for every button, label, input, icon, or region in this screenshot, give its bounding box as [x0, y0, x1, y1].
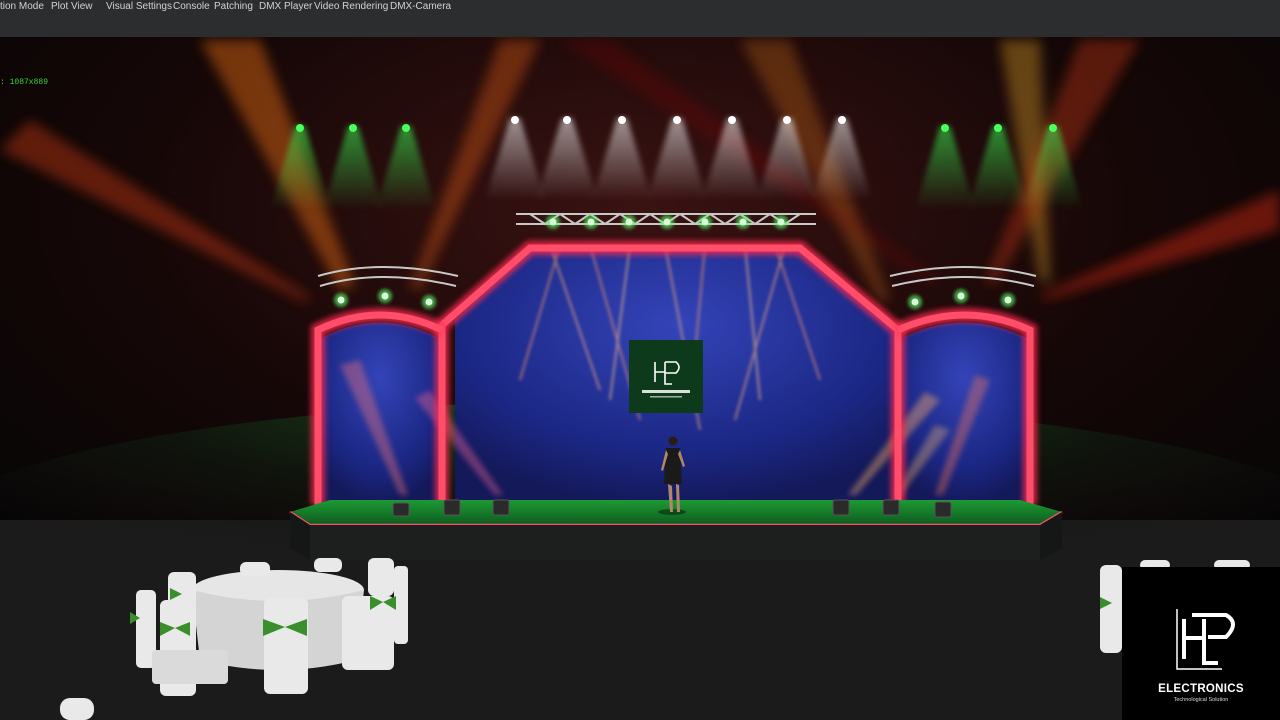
menu-item-plot-view[interactable]: Plot View — [51, 1, 93, 12]
menu-item-dmx-player[interactable]: DMX Player — [259, 1, 312, 12]
menu-item-video-rendering[interactable]: Video Rendering — [314, 1, 388, 12]
brand-name: ELECTRONICS — [1158, 683, 1244, 695]
menu-item-visual-settings[interactable]: Visual Settings — [106, 1, 172, 12]
menu-item-selection-mode[interactable]: tion Mode — [0, 1, 44, 12]
brand-tagline: Technological Solution — [1173, 697, 1229, 703]
menu-item-dmx-camera[interactable]: DMX-Camera — [390, 1, 451, 12]
left-arch-backdrop — [318, 322, 442, 505]
menu-item-patching[interactable]: Patching — [214, 1, 253, 12]
coordinate-readout: : 1087x889 — [0, 78, 49, 87]
hp-logo-icon — [1176, 609, 1235, 670]
led-screen — [629, 340, 703, 413]
menu-bar: tion Mode Plot View Visual Settings Cons… — [0, 0, 1280, 38]
3d-viewport[interactable]: : 1087x889 — [0, 37, 1280, 720]
menu-item-console[interactable]: Console — [173, 1, 210, 12]
stage-render — [0, 37, 1280, 720]
brand-logo-overlay: ELECTRONICS Technological Solution — [1122, 567, 1280, 720]
